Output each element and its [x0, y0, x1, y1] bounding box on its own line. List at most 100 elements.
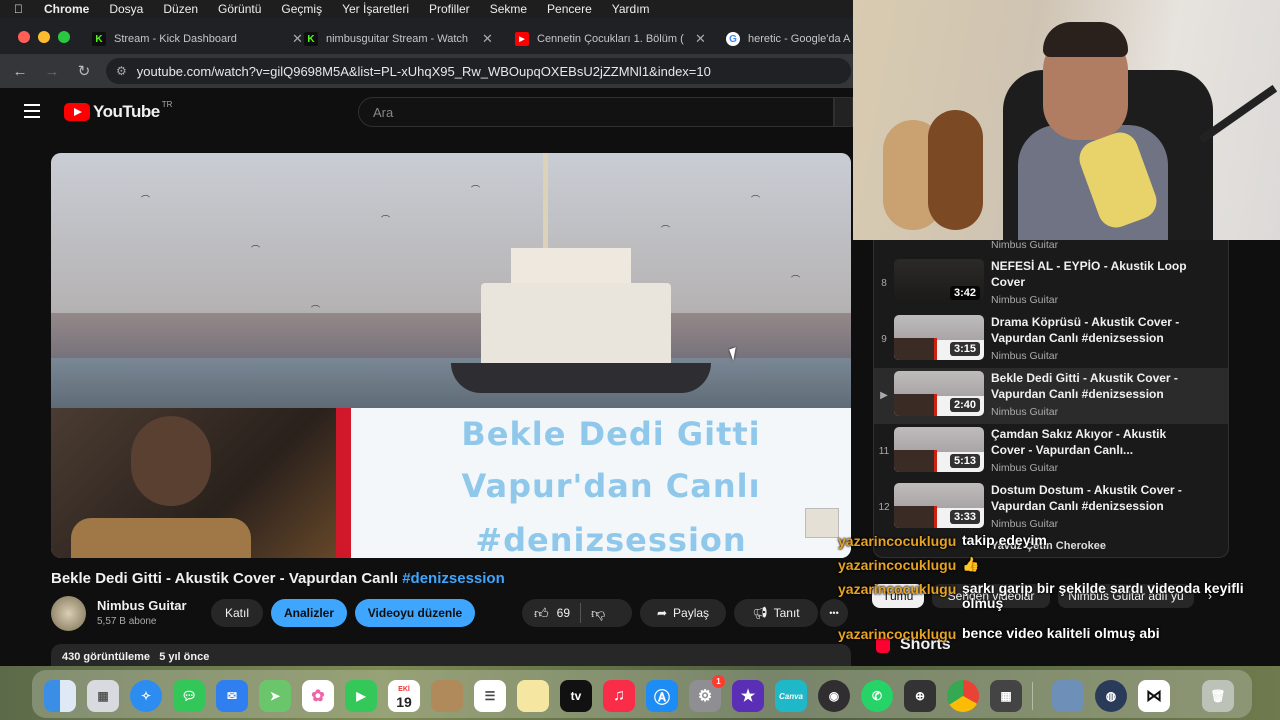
- menu-file[interactable]: Dosya: [109, 2, 143, 16]
- promote-button[interactable]: 📢︎ Tanıt: [734, 599, 818, 627]
- contacts-icon[interactable]: [431, 680, 463, 712]
- menu-help[interactable]: Yardım: [612, 2, 650, 16]
- ferry-mast: [543, 153, 548, 263]
- close-window-button[interactable]: [18, 31, 30, 43]
- close-tab-icon[interactable]: ✕: [292, 31, 303, 47]
- hamburger-menu-icon[interactable]: [24, 104, 40, 118]
- canva-icon[interactable]: Canva: [775, 680, 807, 712]
- menu-window[interactable]: Pencere: [547, 2, 592, 16]
- browser-tab[interactable]: G heretic - Google'da A: [726, 24, 853, 54]
- back-arrow-icon[interactable]: ←: [4, 63, 36, 80]
- seagull-icon: ⌒: [381, 215, 391, 225]
- window-controls: [18, 31, 70, 43]
- close-tab-icon[interactable]: ✕: [482, 31, 493, 47]
- analytics-button[interactable]: Analizler: [271, 599, 347, 627]
- guitarist-head: [131, 416, 211, 506]
- obs-icon[interactable]: ◉: [818, 680, 850, 712]
- launchpad-icon[interactable]: ▦: [87, 680, 119, 712]
- finder-icon[interactable]: [44, 680, 76, 712]
- imovie-icon[interactable]: ★: [732, 680, 764, 712]
- apple-menu-icon[interactable]: : [14, 2, 36, 16]
- playlist-item[interactable]: 9 3:15 Drama Köprüsü - Akustik Cover - V…: [874, 312, 1228, 368]
- share-button[interactable]: ➦ Paylaş: [640, 599, 726, 627]
- mail-icon[interactable]: ✉: [216, 680, 248, 712]
- menu-history[interactable]: Geçmiş: [281, 2, 322, 16]
- screenshot-icon[interactable]: ⊕: [904, 680, 936, 712]
- playlist-item-current[interactable]: ▶ 2:40 Bekle Dedi Gitti - Akustik Cover …: [874, 368, 1228, 424]
- reminders-icon[interactable]: ☰: [474, 680, 506, 712]
- playlist-item[interactable]: 11 5:13 Çamdan Sakız Akıyor - Akustik Co…: [874, 424, 1228, 480]
- ferry-upper-deck: [511, 248, 631, 288]
- capcut-icon[interactable]: ⋈: [1138, 680, 1170, 712]
- messages-icon[interactable]: 💬︎: [173, 680, 205, 712]
- chrome-icon[interactable]: [947, 680, 979, 712]
- music-icon[interactable]: ♫: [603, 680, 635, 712]
- notification-badge: 1: [712, 675, 725, 688]
- safari-icon[interactable]: ✧: [130, 680, 162, 712]
- seagull-icon: ⌒: [471, 185, 481, 195]
- channel-name[interactable]: Nimbus Guitar: [97, 598, 187, 613]
- playlist-index: 9: [881, 334, 887, 345]
- zoom-window-button[interactable]: [58, 31, 70, 43]
- menu-edit[interactable]: Düzen: [163, 2, 198, 16]
- url-bar[interactable]: ⚙ youtube.com/watch?v=gilQ9698M5A&list=P…: [106, 58, 851, 84]
- reload-icon[interactable]: ↻: [68, 62, 100, 80]
- minimize-window-button[interactable]: [38, 31, 50, 43]
- calendar-icon[interactable]: EKİ 19: [388, 680, 420, 712]
- menu-chrome[interactable]: Chrome: [44, 2, 89, 16]
- notes-icon[interactable]: [517, 680, 549, 712]
- playlist-thumbnail: 3:33: [894, 483, 984, 528]
- chat-text: 👍: [962, 556, 980, 572]
- thumbs-down-icon[interactable]: 👎︎: [591, 605, 605, 622]
- appletv-icon[interactable]: tv: [560, 680, 592, 712]
- playlist-item[interactable]: 12 3:33 Dostum Dostum - Akustik Cover - …: [874, 480, 1228, 536]
- forward-arrow-icon[interactable]: →: [36, 63, 68, 80]
- playlist-index: 11: [878, 446, 890, 457]
- hashtag-link[interactable]: #denizsession: [402, 570, 505, 587]
- settings-icon[interactable]: ⚙ 1: [689, 675, 725, 712]
- maps-icon[interactable]: ➤: [259, 680, 291, 712]
- playlist-index: 12: [878, 502, 890, 513]
- playlist-item-title: Dostum Dostum - Akustik Cover - Vapurdan…: [991, 483, 1182, 513]
- share-label: Paylaş: [673, 606, 710, 620]
- browser-tab[interactable]: K Stream - Kick Dashboard ✕: [92, 24, 303, 54]
- search-button[interactable]: [834, 97, 853, 127]
- proxyman-icon[interactable]: ◍: [1095, 680, 1127, 712]
- channel-watermark-icon: [805, 508, 839, 538]
- appstore-icon[interactable]: Ⓐ: [646, 680, 678, 712]
- dock-separator: [1032, 682, 1033, 710]
- close-tab-icon[interactable]: ✕: [695, 31, 706, 47]
- menu-view[interactable]: Görüntü: [218, 2, 261, 16]
- browser-tab[interactable]: K nimbusguitar Stream - Watch ✕: [304, 24, 493, 54]
- tab-title: heretic - Google'da A: [748, 33, 851, 45]
- preview-icon[interactable]: [1052, 680, 1084, 712]
- kick-icon: K: [304, 32, 318, 46]
- seagull-icon: ⌒: [251, 245, 261, 255]
- more-actions-button[interactable]: •••: [820, 599, 848, 627]
- owner-row: Nimbus Guitar 5,57 B abone Katıl Analizl…: [51, 596, 851, 632]
- playlist-item[interactable]: 8 3:42 NEFESİ AL - EYPİO - Akustik Loop …: [874, 256, 1228, 312]
- calendar-day: 19: [396, 694, 412, 710]
- thumbs-up-icon[interactable]: 👍︎: [534, 605, 549, 622]
- site-settings-icon[interactable]: ⚙: [116, 64, 127, 78]
- browser-tab[interactable]: ▶ Cennetin Çocukları 1. Bölüm ( ✕: [515, 24, 706, 54]
- photos-icon[interactable]: ✿: [302, 680, 334, 712]
- channel-avatar[interactable]: [51, 596, 86, 631]
- search-input[interactable]: Ara: [358, 97, 834, 127]
- chat-text: şarkı garip bir şekilde sardı videoda ke…: [962, 580, 1244, 611]
- seagull-icon: ⌒: [141, 195, 151, 205]
- whatsapp-icon[interactable]: ✆: [861, 680, 893, 712]
- menu-tab[interactable]: Sekme: [490, 2, 527, 16]
- join-button[interactable]: Katıl: [211, 599, 263, 627]
- trash-icon[interactable]: 🗑︎: [1202, 680, 1234, 712]
- dock-shelf: ▦ ✧ 💬︎ ✉ ➤ ✿ ▶ EKİ 19 ☰ tv ♫ Ⓐ ⚙ 1 ★ Canv…: [32, 670, 1252, 718]
- facetime-icon[interactable]: ▶: [345, 680, 377, 712]
- edit-video-button[interactable]: Videoyu düzenle: [355, 599, 475, 627]
- menu-bookmarks[interactable]: Yer İşaretleri: [342, 2, 409, 16]
- calculator-icon[interactable]: ▦: [990, 680, 1022, 712]
- youtube-logo[interactable]: YouTube TR: [64, 100, 172, 122]
- chat-username: yazarincocuklugu: [838, 626, 957, 642]
- kick-icon: K: [92, 32, 106, 46]
- seagull-icon: ⌒: [661, 225, 671, 235]
- menu-profiles[interactable]: Profiller: [429, 2, 470, 16]
